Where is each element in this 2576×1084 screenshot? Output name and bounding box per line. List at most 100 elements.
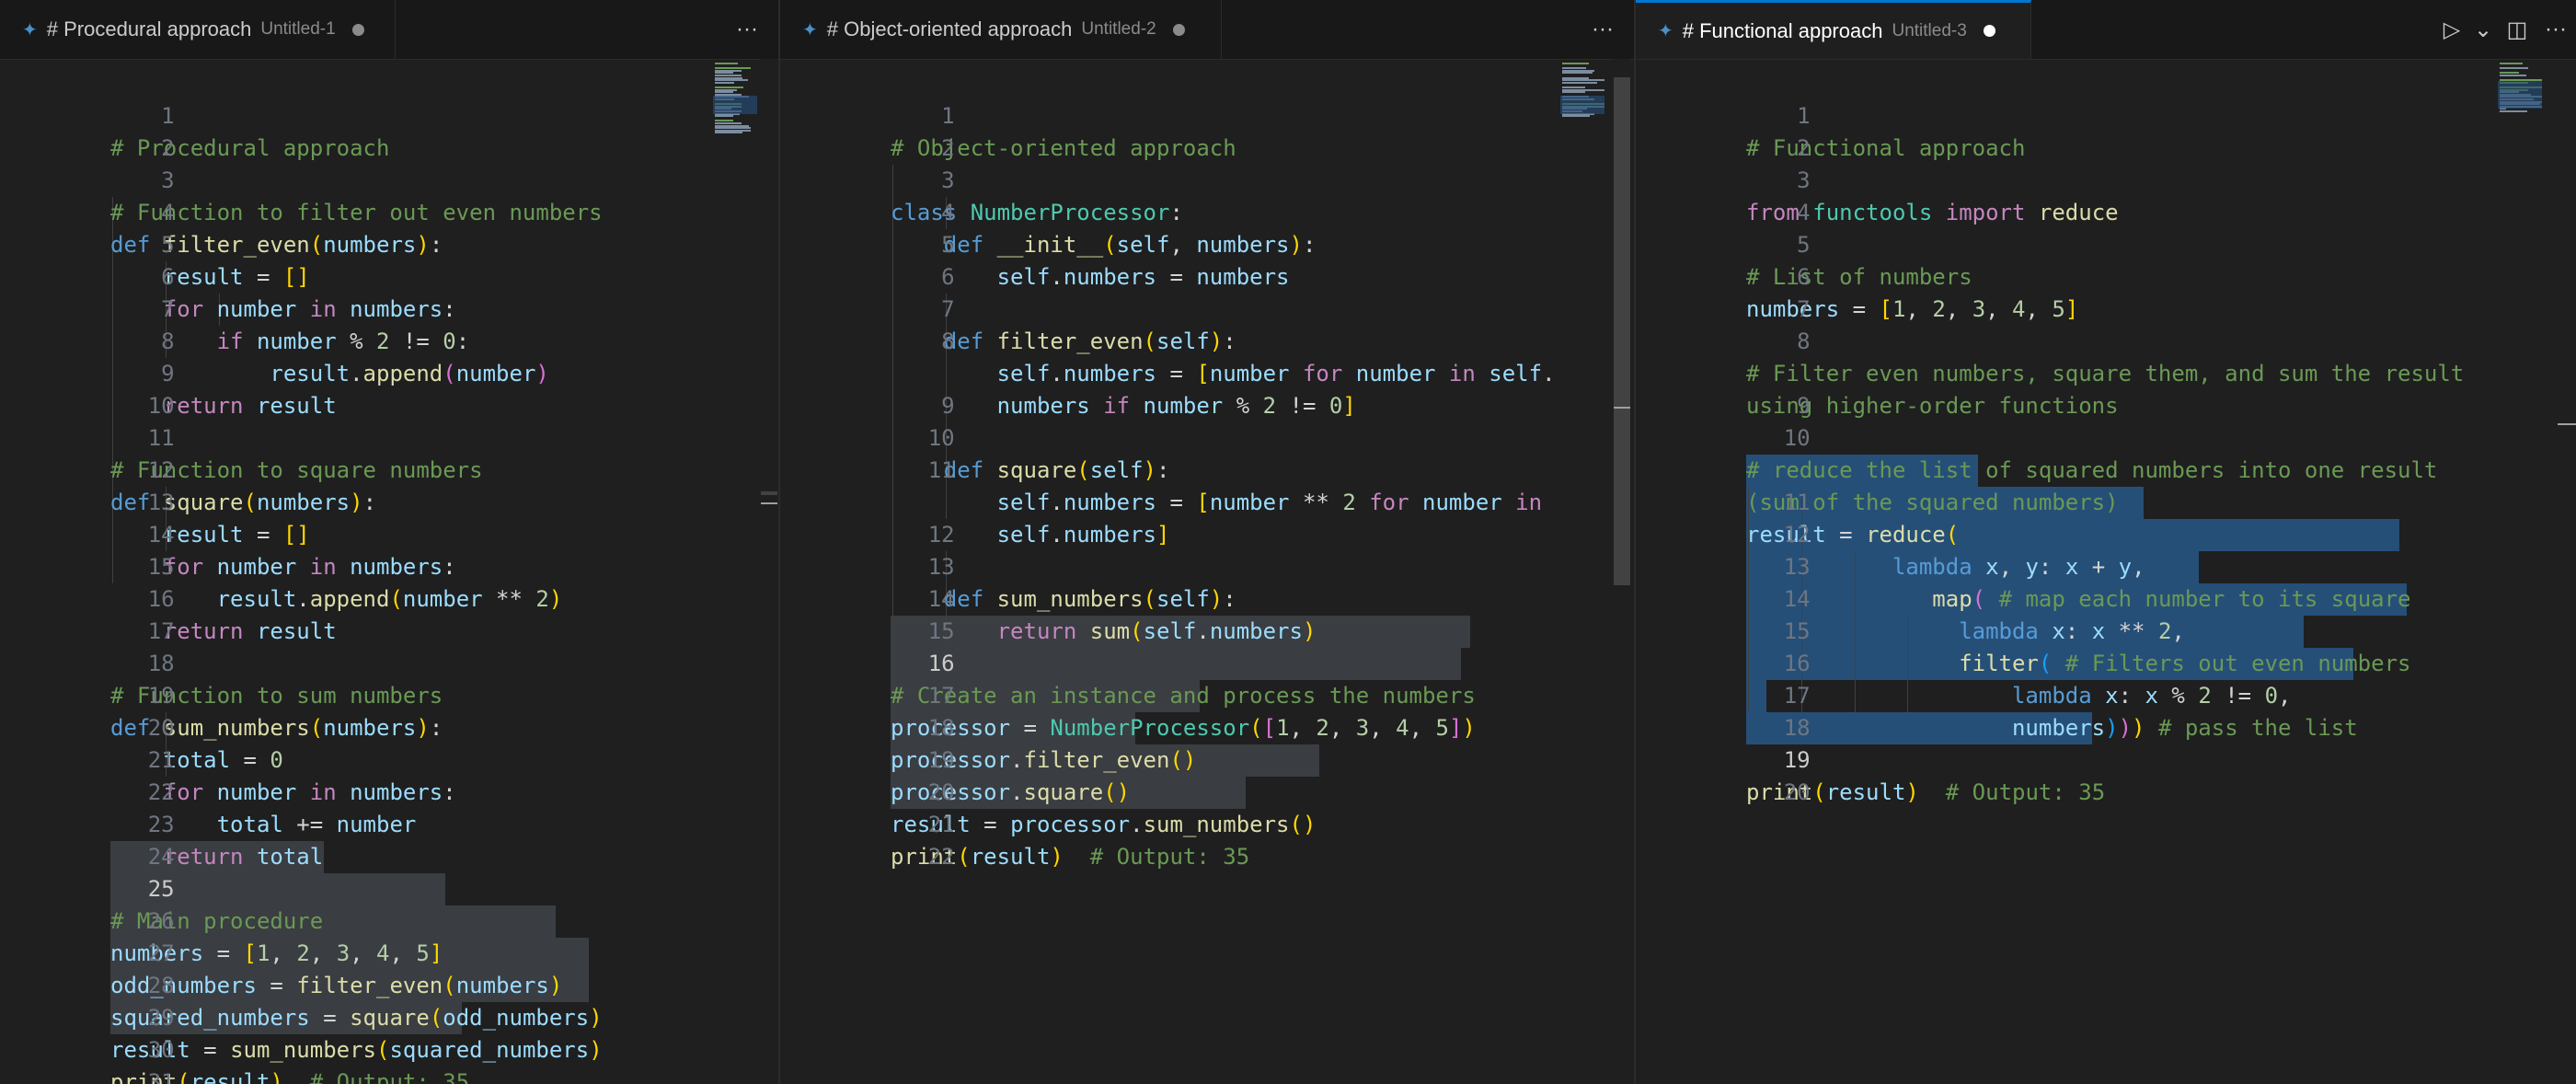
code-line[interactable]: 17 processor = NumberProcessor([1, 2, 3,… (780, 648, 1634, 741)
unsaved-dot-icon[interactable] (351, 23, 364, 36)
code-line[interactable]: 7 (1636, 261, 2576, 322)
code-line[interactable]: 13 map( # map each number to its square (1636, 519, 2576, 612)
code-line[interactable]: 7 def filter_even(self): (780, 261, 1634, 354)
code-line[interactable]: 6 numbers = [1, 2, 3, 4, 5] (1636, 229, 2576, 322)
code-line[interactable]: 11 self.numbers = [number ** 2 for numbe… (780, 422, 1634, 515)
more-actions-icon[interactable]: ··· (729, 0, 765, 59)
code-line[interactable]: 20 total = 0 (0, 680, 778, 773)
code-line[interactable]: 8 result.append(number) (0, 294, 778, 386)
editor-tab[interactable]: ✦ # Procedural approach Untitled-1 (0, 0, 396, 59)
run-python-file-icon[interactable]: ▷ (2436, 0, 2467, 59)
vertical-scrollbar[interactable] (761, 59, 777, 1084)
code-line[interactable]: 1 # Procedural approach (0, 68, 778, 161)
code-line[interactable]: 12 def square(numbers): (0, 422, 778, 515)
code-line[interactable]: 19 print(result) # Output: 35 (1636, 712, 2576, 805)
code-line[interactable]: 16 lambda x: x % 2 != 0, (1636, 616, 2576, 709)
code-editor[interactable]: 1 # Procedural approach 2 3 # Function t… (0, 59, 778, 1084)
code-line[interactable]: 7 if number % 2 != 0: (0, 261, 778, 354)
code-line[interactable]: 14 return sum(self.numbers) (780, 551, 1634, 644)
code-line[interactable]: 1 # Functional approach (1636, 68, 2576, 161)
code-line[interactable]: 4 def filter_even(numbers): (0, 165, 778, 258)
code-line[interactable]: numbers if number % 2 != 0] (780, 326, 1634, 419)
code-line[interactable]: 9 return result (0, 326, 778, 419)
code-line[interactable]: 9 (1636, 358, 2576, 419)
code-line[interactable]: 21 print(result) # Output: 35 (780, 777, 1634, 870)
code-line[interactable]: 25 # Main procedure (0, 841, 778, 934)
code-line[interactable]: 18 processor.filter_even() (780, 680, 1634, 773)
code-line[interactable]: 15 (780, 583, 1634, 644)
code-line[interactable]: 5 result = [] (0, 197, 778, 290)
code-line[interactable]: 14 lambda x: x ** 2, (1636, 551, 2576, 644)
code-line[interactable]: 19 processor.square() (780, 712, 1634, 805)
code-line[interactable]: 6 (780, 229, 1634, 290)
scrollbar-thumb[interactable] (761, 491, 777, 495)
more-actions-icon[interactable]: ··· (1584, 0, 1621, 59)
code-line[interactable]: 13 def sum_numbers(self): (780, 519, 1634, 612)
code-line[interactable]: 5 self.numbers = numbers (780, 197, 1634, 290)
code-line[interactable]: using higher-order functions (1636, 326, 2576, 419)
code-line[interactable]: 24 (0, 809, 778, 870)
unsaved-dot-icon[interactable] (1172, 23, 1185, 36)
code-line[interactable]: 8 self.numbers = [number for number in s… (780, 294, 1634, 386)
code-line[interactable]: 4 def __init__(self, numbers): (780, 165, 1634, 258)
python-file-icon: ✦ (802, 19, 818, 40)
code-editor[interactable]: 1 # Object-oriented approach 2 3 class N… (780, 59, 1634, 1084)
code-line[interactable]: 2 (0, 100, 778, 161)
code-line[interactable]: 2 (780, 100, 1634, 161)
code-line[interactable]: 30 print(result) # Output: 35 (0, 1002, 778, 1084)
code-line[interactable]: 1 # Object-oriented approach (780, 68, 1634, 161)
code-line[interactable]: 21 for number in numbers: (0, 712, 778, 805)
vertical-scrollbar[interactable] (1614, 59, 1630, 1084)
code-line[interactable]: 22 (780, 809, 1634, 870)
code-line[interactable]: 19 def sum_numbers(numbers): (0, 648, 778, 741)
code-line[interactable]: 2 (1636, 100, 2576, 161)
minimap[interactable] (2498, 59, 2544, 133)
code-line[interactable]: 29 result = sum_numbers(squared_numbers) (0, 970, 778, 1063)
code-line[interactable]: 18 (1636, 680, 2576, 741)
code-line[interactable]: 26 numbers = [1, 2, 3, 4, 5] (0, 873, 778, 966)
code-line[interactable]: 10 (0, 358, 778, 419)
code-line[interactable]: 14 for number in numbers: (0, 487, 778, 580)
code-line[interactable]: 15 filter( # Filters out even numbers (1636, 583, 2576, 676)
code-line[interactable]: 15 result.append(number ** 2) (0, 519, 778, 612)
code-line[interactable]: 5 # List of numbers (1636, 197, 2576, 290)
unsaved-dot-icon[interactable] (1983, 25, 1995, 37)
scrollbar-thumb[interactable] (1614, 77, 1630, 585)
code-line[interactable]: 18 # Function to sum numbers (0, 616, 778, 709)
code-line[interactable]: 10 def square(self): (780, 390, 1634, 483)
code-line[interactable]: 17 numbers))) # pass the list (1636, 648, 2576, 741)
code-line[interactable]: 3 from functools import reduce (1636, 133, 2576, 225)
code-line[interactable]: 17 (0, 583, 778, 644)
code-line[interactable]: 11 result = reduce( (1636, 455, 2576, 548)
code-line[interactable]: 23 return total (0, 777, 778, 870)
code-line[interactable]: 8 # Filter even numbers, square them, an… (1636, 294, 2576, 386)
code-line[interactable]: (sum of the squared numbers) (1636, 422, 2576, 515)
code-line[interactable]: 20 result = processor.sum_numbers() (780, 744, 1634, 837)
code-line[interactable]: 6 for number in numbers: (0, 229, 778, 322)
code-editor[interactable]: 1 # Functional approach 2 3 from functoo… (1636, 59, 2576, 1084)
code-line[interactable]: 28 squared_numbers = square(odd_numbers) (0, 938, 778, 1031)
minimap[interactable] (713, 59, 759, 134)
editor-tab[interactable]: ✦ # Functional approach Untitled-3 (1636, 0, 2031, 59)
editor-tab[interactable]: ✦ # Object-oriented approach Untitled-2 (780, 0, 1222, 59)
more-actions-icon[interactable]: ··· (2537, 0, 2574, 59)
code-line[interactable]: self.numbers] (780, 455, 1634, 548)
code-line[interactable]: 16 # Create an instance and process the … (780, 616, 1634, 709)
code-line[interactable]: 3 class NumberProcessor: (780, 133, 1634, 225)
code-line[interactable]: 12 lambda x, y: x + y, (1636, 487, 2576, 580)
code-line[interactable]: 9 (780, 358, 1634, 419)
code-line[interactable]: 4 (1636, 165, 2576, 225)
code-line[interactable]: 27 odd_numbers = filter_even(numbers) (0, 905, 778, 998)
code-line[interactable]: 10 # reduce the list of squared numbers … (1636, 390, 2576, 483)
code-line[interactable]: 22 total += number (0, 744, 778, 837)
code-line[interactable]: 12 (780, 487, 1634, 548)
code-line[interactable]: 13 result = [] (0, 455, 778, 548)
split-editor-icon[interactable]: ◫ (2499, 0, 2536, 59)
minimap[interactable] (1560, 59, 1606, 133)
code-line[interactable]: 20 (1636, 744, 2576, 805)
code-line[interactable]: 3 # Function to filter out even numbers (0, 133, 778, 225)
code-line[interactable]: 31 (0, 1034, 778, 1084)
chevron-down-icon[interactable]: ⌄ (2473, 0, 2493, 59)
code-line[interactable]: 16 return result (0, 551, 778, 644)
code-line[interactable]: 11 # Function to square numbers (0, 390, 778, 483)
